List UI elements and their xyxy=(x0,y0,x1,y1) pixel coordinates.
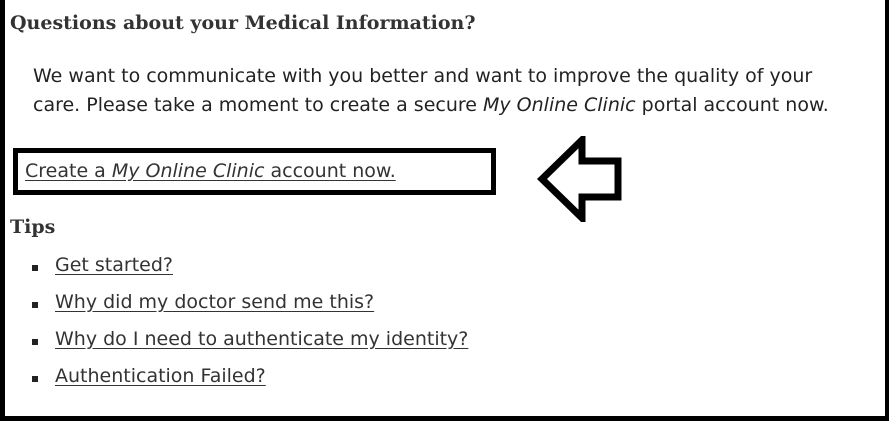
intro-text-part2: portal account now. xyxy=(635,94,829,116)
intro-text: We want to communicate with you better a… xyxy=(33,62,863,120)
tips-heading: Tips xyxy=(10,216,56,238)
list-item: Get started? xyxy=(5,252,885,289)
create-account-link[interactable]: Create a My Online Clinic account now. xyxy=(25,160,396,182)
tip-link-authenticate-identity[interactable]: Why do I need to authenticate my identit… xyxy=(55,328,468,350)
tips-list: Get started? Why did my doctor send me t… xyxy=(5,252,885,400)
intro-text-emphasis: My Online Clinic xyxy=(483,94,636,116)
list-item: Why did my doctor send me this? xyxy=(5,289,885,326)
tip-link-authentication-failed[interactable]: Authentication Failed? xyxy=(55,365,266,387)
list-item: Authentication Failed? xyxy=(5,363,885,400)
bullet-icon xyxy=(32,265,38,271)
list-item: Why do I need to authenticate my identit… xyxy=(5,326,885,363)
tip-link-why-doctor-sent[interactable]: Why did my doctor send me this? xyxy=(55,291,374,313)
create-account-link-suffix: account now. xyxy=(264,160,396,182)
tip-link-get-started[interactable]: Get started? xyxy=(55,254,173,276)
bullet-icon xyxy=(32,339,38,345)
create-account-link-emphasis: My Online Clinic xyxy=(111,160,265,182)
left-arrow-icon xyxy=(536,136,622,222)
create-account-link-prefix: Create a xyxy=(25,160,112,182)
bullet-icon xyxy=(32,302,38,308)
medical-info-panel: Questions about your Medical Information… xyxy=(5,0,885,416)
bullet-icon xyxy=(32,376,38,382)
page-title: Questions about your Medical Information… xyxy=(10,12,476,34)
